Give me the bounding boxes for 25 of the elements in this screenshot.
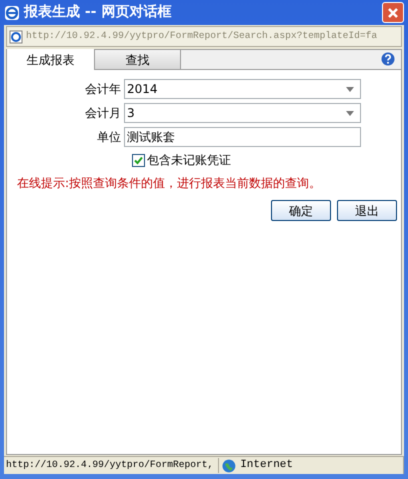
checkbox-label: 包含未记账凭证 — [147, 152, 231, 169]
field-label: 会计年 — [84, 81, 122, 98]
caret-icon — [346, 110, 354, 116]
close-icon — [387, 6, 399, 18]
tab[interactable]: 查找 — [95, 50, 181, 69]
zone-text: Internet — [240, 458, 293, 474]
browser-logo-icon — [4, 4, 20, 20]
dialog-button[interactable]: 退出 — [337, 200, 397, 221]
tab[interactable]: 生成报表 — [7, 49, 95, 70]
input-field[interactable]: 测试账套 — [124, 127, 361, 147]
status-text: http://10.92.4.99/yytpro/FormReport, — [4, 458, 220, 473]
globe-icon — [222, 458, 236, 472]
help-icon[interactable] — [381, 52, 395, 66]
window-title: 报表生成 -- 网页对话框 — [24, 3, 172, 22]
caret-icon — [346, 86, 354, 92]
checkbox[interactable] — [132, 154, 145, 166]
field-label: 会计月 — [84, 105, 122, 122]
dropdown[interactable]: 3 — [124, 103, 361, 123]
dialog-button[interactable]: 确定 — [271, 200, 331, 221]
dropdown[interactable]: 2014 — [124, 79, 361, 99]
page-icon — [9, 30, 23, 44]
field-label: 单位 — [96, 129, 122, 146]
hint-text: 在线提示:按照查询条件的值，进行报表当前数据的查询。 — [17, 175, 322, 192]
close-button[interactable] — [382, 2, 404, 23]
url-text: http://10.92.4.99/yytpro/FormReport/Search.aspx?templateId=fa — [26, 29, 378, 44]
